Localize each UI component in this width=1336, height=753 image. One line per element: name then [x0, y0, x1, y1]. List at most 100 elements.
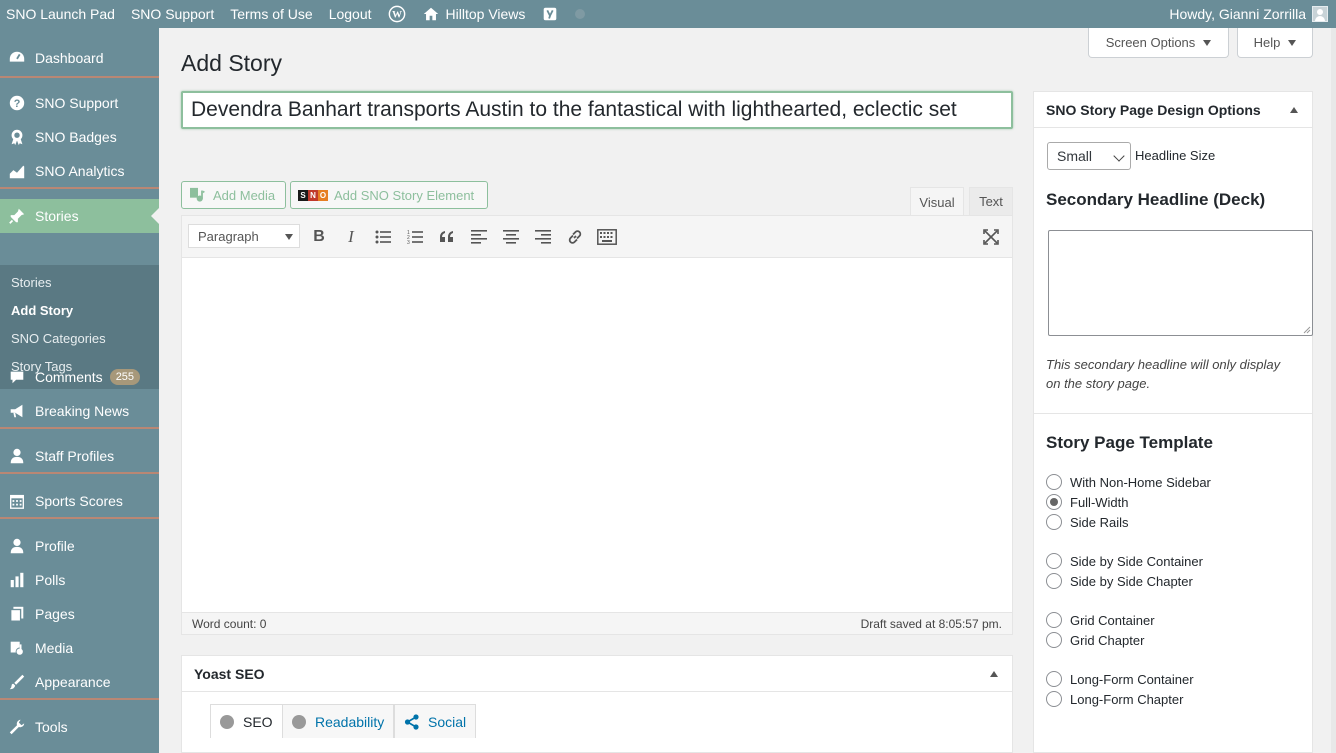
admin-bar-logout[interactable]: Logout	[321, 0, 380, 28]
radio-button[interactable]	[1046, 474, 1062, 490]
template-option-side-rails[interactable]: Side Rails	[1046, 514, 1129, 530]
tab-text[interactable]: Text	[969, 187, 1013, 215]
my-account[interactable]: Howdy, Gianni Zorrilla	[1169, 0, 1328, 28]
chevron-down-icon	[1203, 39, 1212, 46]
fullscreen-button[interactable]	[980, 226, 1002, 248]
sidebar-item-label: Staff Profiles	[35, 448, 115, 464]
calendar-icon	[7, 491, 27, 511]
sidebar-item-comments[interactable]: Comments 255	[0, 360, 159, 394]
sidebar-item-tools[interactable]: Tools	[0, 710, 159, 744]
insert-link-button[interactable]	[564, 226, 586, 248]
sidebar-item-pages[interactable]: Pages	[0, 597, 159, 631]
bulleted-list-button[interactable]	[372, 226, 394, 248]
media-icon	[190, 187, 206, 202]
sidebar-item-label: SNO Support	[35, 95, 119, 111]
yoast-icon[interactable]	[533, 0, 567, 28]
page-scrollbar[interactable]	[1331, 28, 1336, 753]
editor-content-area[interactable]	[182, 258, 1012, 612]
tab-visual[interactable]: Visual	[910, 187, 964, 216]
admin-bar-terms-of-use[interactable]: Terms of Use	[222, 0, 320, 28]
sidebar-item-dashboard[interactable]: Dashboard	[0, 41, 159, 75]
draft-saved-status: Draft saved at 8:05:57 pm.	[860, 616, 1002, 631]
sidebar-item-breaking-news[interactable]: Breaking News	[0, 394, 159, 428]
align-center-button[interactable]	[500, 226, 522, 248]
seo-score-dot-icon	[220, 714, 234, 729]
collapse-arrow-icon[interactable]	[990, 671, 998, 677]
radio-button[interactable]	[1046, 632, 1062, 648]
admin-bar-site[interactable]: Hilltop Views	[414, 0, 534, 28]
radio-button[interactable]	[1046, 691, 1062, 707]
sidebar-item-sports-scores[interactable]: Sports Scores	[0, 484, 159, 518]
wordpress-logo-icon[interactable]: W	[380, 0, 414, 28]
resize-handle-icon[interactable]	[1303, 326, 1311, 334]
template-option-long-form-chapter[interactable]: Long-Form Chapter	[1046, 691, 1183, 707]
user-icon	[7, 446, 27, 466]
headline-size-select[interactable]: Small	[1047, 142, 1131, 170]
italic-button[interactable]: I	[340, 226, 362, 248]
align-left-button[interactable]	[468, 226, 490, 248]
blockquote-button[interactable]	[436, 226, 458, 248]
align-right-icon	[535, 230, 551, 244]
admin-bar-sno-support[interactable]: SNO Support	[123, 0, 222, 28]
collapse-arrow-icon[interactable]	[1290, 107, 1298, 113]
analytics-icon	[7, 161, 27, 181]
radio-button[interactable]	[1046, 671, 1062, 687]
submenu-item-add-story[interactable]: Add Story	[11, 303, 73, 318]
submenu-item-sno-categories[interactable]: SNO Categories	[11, 331, 106, 346]
template-option-side-by-side-chapter[interactable]: Side by Side Chapter	[1046, 573, 1193, 589]
format-select[interactable]: Paragraph	[188, 224, 300, 248]
design-options-header[interactable]: SNO Story Page Design Options	[1034, 92, 1312, 128]
sidebar-item-label: Tools	[35, 719, 68, 735]
template-option-grid-chapter[interactable]: Grid Chapter	[1046, 632, 1144, 648]
add-media-button[interactable]: Add Media	[181, 181, 286, 209]
template-option-long-form-container[interactable]: Long-Form Container	[1046, 671, 1194, 687]
yoast-seo-header[interactable]: Yoast SEO	[182, 656, 1012, 692]
radio-button[interactable]	[1046, 573, 1062, 589]
radio-button[interactable]	[1046, 612, 1062, 628]
svg-text:3: 3	[407, 240, 410, 244]
screen-options-button[interactable]: Screen Options	[1088, 28, 1229, 58]
radio-button[interactable]	[1046, 553, 1062, 569]
sidebar-item-sno-analytics[interactable]: SNO Analytics	[0, 154, 159, 188]
submenu-item-stories[interactable]: Stories	[11, 275, 51, 290]
tab-social[interactable]: Social	[394, 704, 477, 738]
headline-size-value: Small	[1057, 148, 1093, 164]
yoast-seo-title: Yoast SEO	[194, 665, 265, 682]
sidebar-separator	[0, 76, 159, 78]
svg-text:W: W	[392, 10, 402, 21]
tab-readability[interactable]: Readability	[282, 704, 395, 738]
sidebar-item-sno-badges[interactable]: SNO Badges	[0, 120, 159, 154]
chevron-down-icon	[1113, 150, 1125, 162]
post-title-input[interactable]	[181, 91, 1013, 129]
admin-bar-sno-launch-pad[interactable]: SNO Launch Pad	[0, 0, 123, 28]
add-sno-story-element-button[interactable]: SNO Add SNO Story Element	[290, 181, 488, 209]
howdy-greeting: Howdy, Gianni Zorrilla	[1169, 6, 1306, 22]
sidebar-item-label: Polls	[35, 572, 66, 588]
sidebar-item-sno-support[interactable]: ? SNO Support	[0, 86, 159, 120]
radio-button[interactable]	[1046, 494, 1062, 510]
sidebar-item-polls[interactable]: Polls	[0, 563, 159, 597]
deck-textarea[interactable]	[1048, 230, 1313, 336]
sidebar-item-appearance[interactable]: Appearance	[0, 665, 159, 699]
content-editor: Paragraph B I 123 Word count: 0 Draft sa…	[181, 215, 1013, 635]
sidebar-item-stories[interactable]: Stories	[0, 199, 159, 233]
align-right-button[interactable]	[532, 226, 554, 248]
bold-button[interactable]: B	[308, 226, 330, 248]
template-option-with-non-home-sidebar[interactable]: With Non-Home Sidebar	[1046, 474, 1211, 490]
template-option-label: Grid Container	[1070, 612, 1155, 628]
toolbar-toggle-button[interactable]	[596, 226, 618, 248]
help-button[interactable]: Help	[1237, 28, 1313, 58]
radio-button[interactable]	[1046, 514, 1062, 530]
admin-bar: SNO Launch Pad SNO Support Terms of Use …	[0, 0, 1336, 28]
sidebar-item-profile[interactable]: Profile	[0, 529, 159, 563]
template-option-grid-container[interactable]: Grid Container	[1046, 612, 1155, 628]
sidebar-item-staff-profiles[interactable]: Staff Profiles	[0, 439, 159, 473]
numbered-list-icon: 123	[407, 230, 423, 244]
svg-text:?: ?	[14, 98, 21, 110]
divider	[1034, 413, 1312, 414]
template-option-full-width[interactable]: Full-Width	[1046, 494, 1129, 510]
template-option-side-by-side-container[interactable]: Side by Side Container	[1046, 553, 1203, 569]
sidebar-item-media[interactable]: Media	[0, 631, 159, 665]
numbered-list-button[interactable]: 123	[404, 226, 426, 248]
tab-seo[interactable]: SEO	[210, 704, 283, 738]
